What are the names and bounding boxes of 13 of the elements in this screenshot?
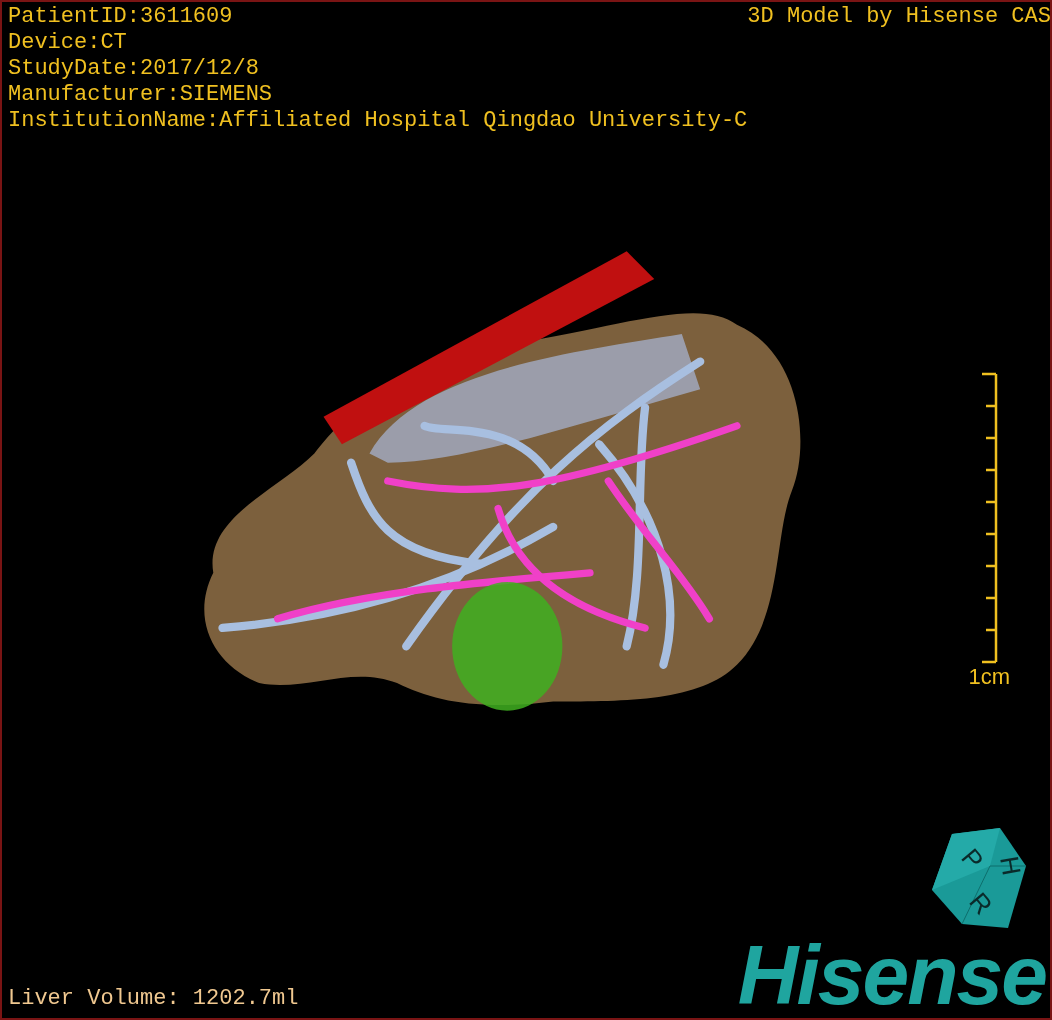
liver-volume-text: Liver Volume: 1202.7ml — [7, 986, 299, 1013]
patient-info-text: PatientID:3611609 — [8, 4, 234, 30]
patient-info-text: Manufacturer:SIEMENS — [8, 82, 274, 108]
viewer-title: 3D Model by Hisense CAS — [747, 4, 1050, 31]
scale-bar-icon — [980, 372, 999, 664]
patient-info-text: Device:CT — [8, 30, 128, 56]
cube-label: P — [955, 842, 990, 876]
patient-info-text: InstitutionName:Affiliated Hospital Qingdao University-C — [8, 108, 748, 134]
scale-label: 1cm — [968, 664, 1010, 690]
patient-info-text: StudyDate:2017/12/8 — [8, 56, 260, 82]
cube-label: R — [963, 886, 999, 921]
cube-label: H — [994, 853, 1027, 878]
brand-logo: Hisense — [737, 932, 1047, 1018]
